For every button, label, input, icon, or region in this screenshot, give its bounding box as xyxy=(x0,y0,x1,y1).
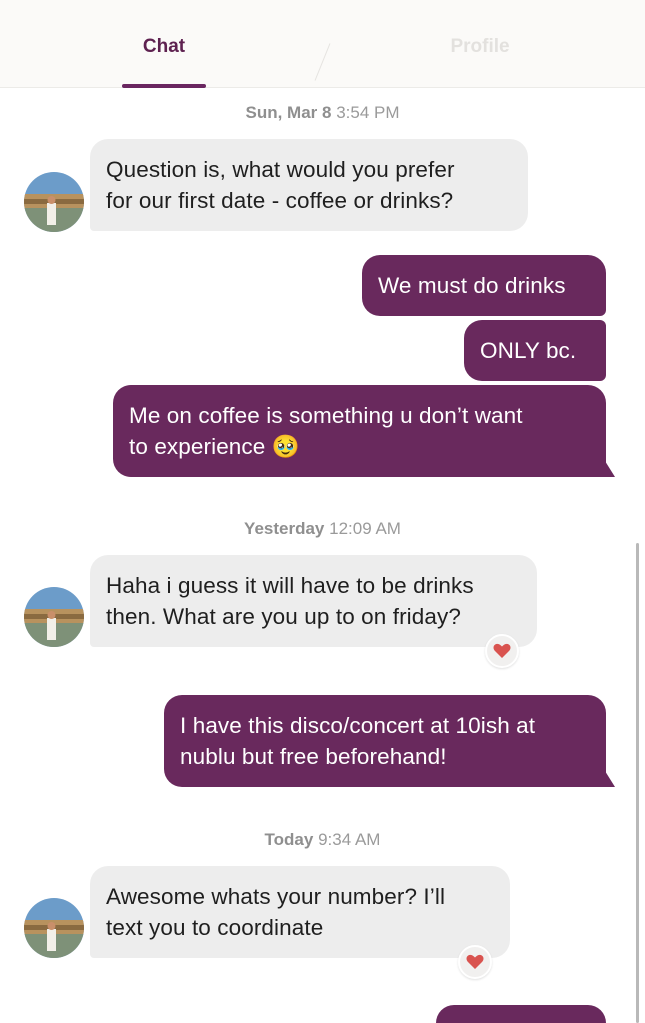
heart-icon xyxy=(493,643,511,658)
message-bubble-outgoing[interactable]: I have this disco/concert at 10ish at nu… xyxy=(164,695,615,787)
timestamp-divider: Today 9:34 AM xyxy=(0,830,645,850)
tab-divider xyxy=(314,43,331,81)
timestamp-time: 3:54 PM xyxy=(336,103,400,122)
heart-icon xyxy=(466,954,484,969)
avatar-photo xyxy=(24,587,84,647)
avatar-photo xyxy=(24,172,84,232)
scrollbar[interactable] xyxy=(636,543,639,1023)
timestamp-divider: Yesterday 12:09 AM xyxy=(0,519,645,539)
timestamp-day: Sun, Mar 8 xyxy=(245,103,332,122)
timestamp-time: 12:09 AM xyxy=(329,519,401,538)
tab-chat[interactable]: Chat xyxy=(99,36,229,58)
heart-reaction[interactable] xyxy=(458,945,492,979)
message-bubble-incoming[interactable]: Awesome whats your number? I’ll text you… xyxy=(90,866,510,958)
avatar[interactable] xyxy=(24,172,84,232)
message-bubble-incoming[interactable]: Haha i guess it will have to be drinks t… xyxy=(90,555,537,647)
active-tab-indicator xyxy=(122,84,206,88)
message-bubble-outgoing[interactable]: We must do drinks xyxy=(362,255,606,316)
avatar[interactable] xyxy=(24,898,84,958)
tab-bar: Chat Profile xyxy=(0,0,645,88)
message-bubble-outgoing[interactable]: Me on coffee is something u don’t want t… xyxy=(113,385,615,477)
heart-reaction[interactable] xyxy=(485,634,519,668)
message-bubble-outgoing[interactable]: ONLY bc. xyxy=(464,320,606,381)
message-bubble-outgoing[interactable] xyxy=(436,1005,606,1023)
avatar[interactable] xyxy=(24,587,84,647)
timestamp-day: Today xyxy=(264,830,314,849)
timestamp-day: Yesterday xyxy=(244,519,325,538)
timestamp-time: 9:34 AM xyxy=(318,830,381,849)
tab-profile[interactable]: Profile xyxy=(415,36,545,58)
message-bubble-incoming[interactable]: Question is, what would you prefer for o… xyxy=(90,139,528,231)
timestamp-divider: Sun, Mar 8 3:54 PM xyxy=(0,103,645,123)
avatar-photo xyxy=(24,898,84,958)
